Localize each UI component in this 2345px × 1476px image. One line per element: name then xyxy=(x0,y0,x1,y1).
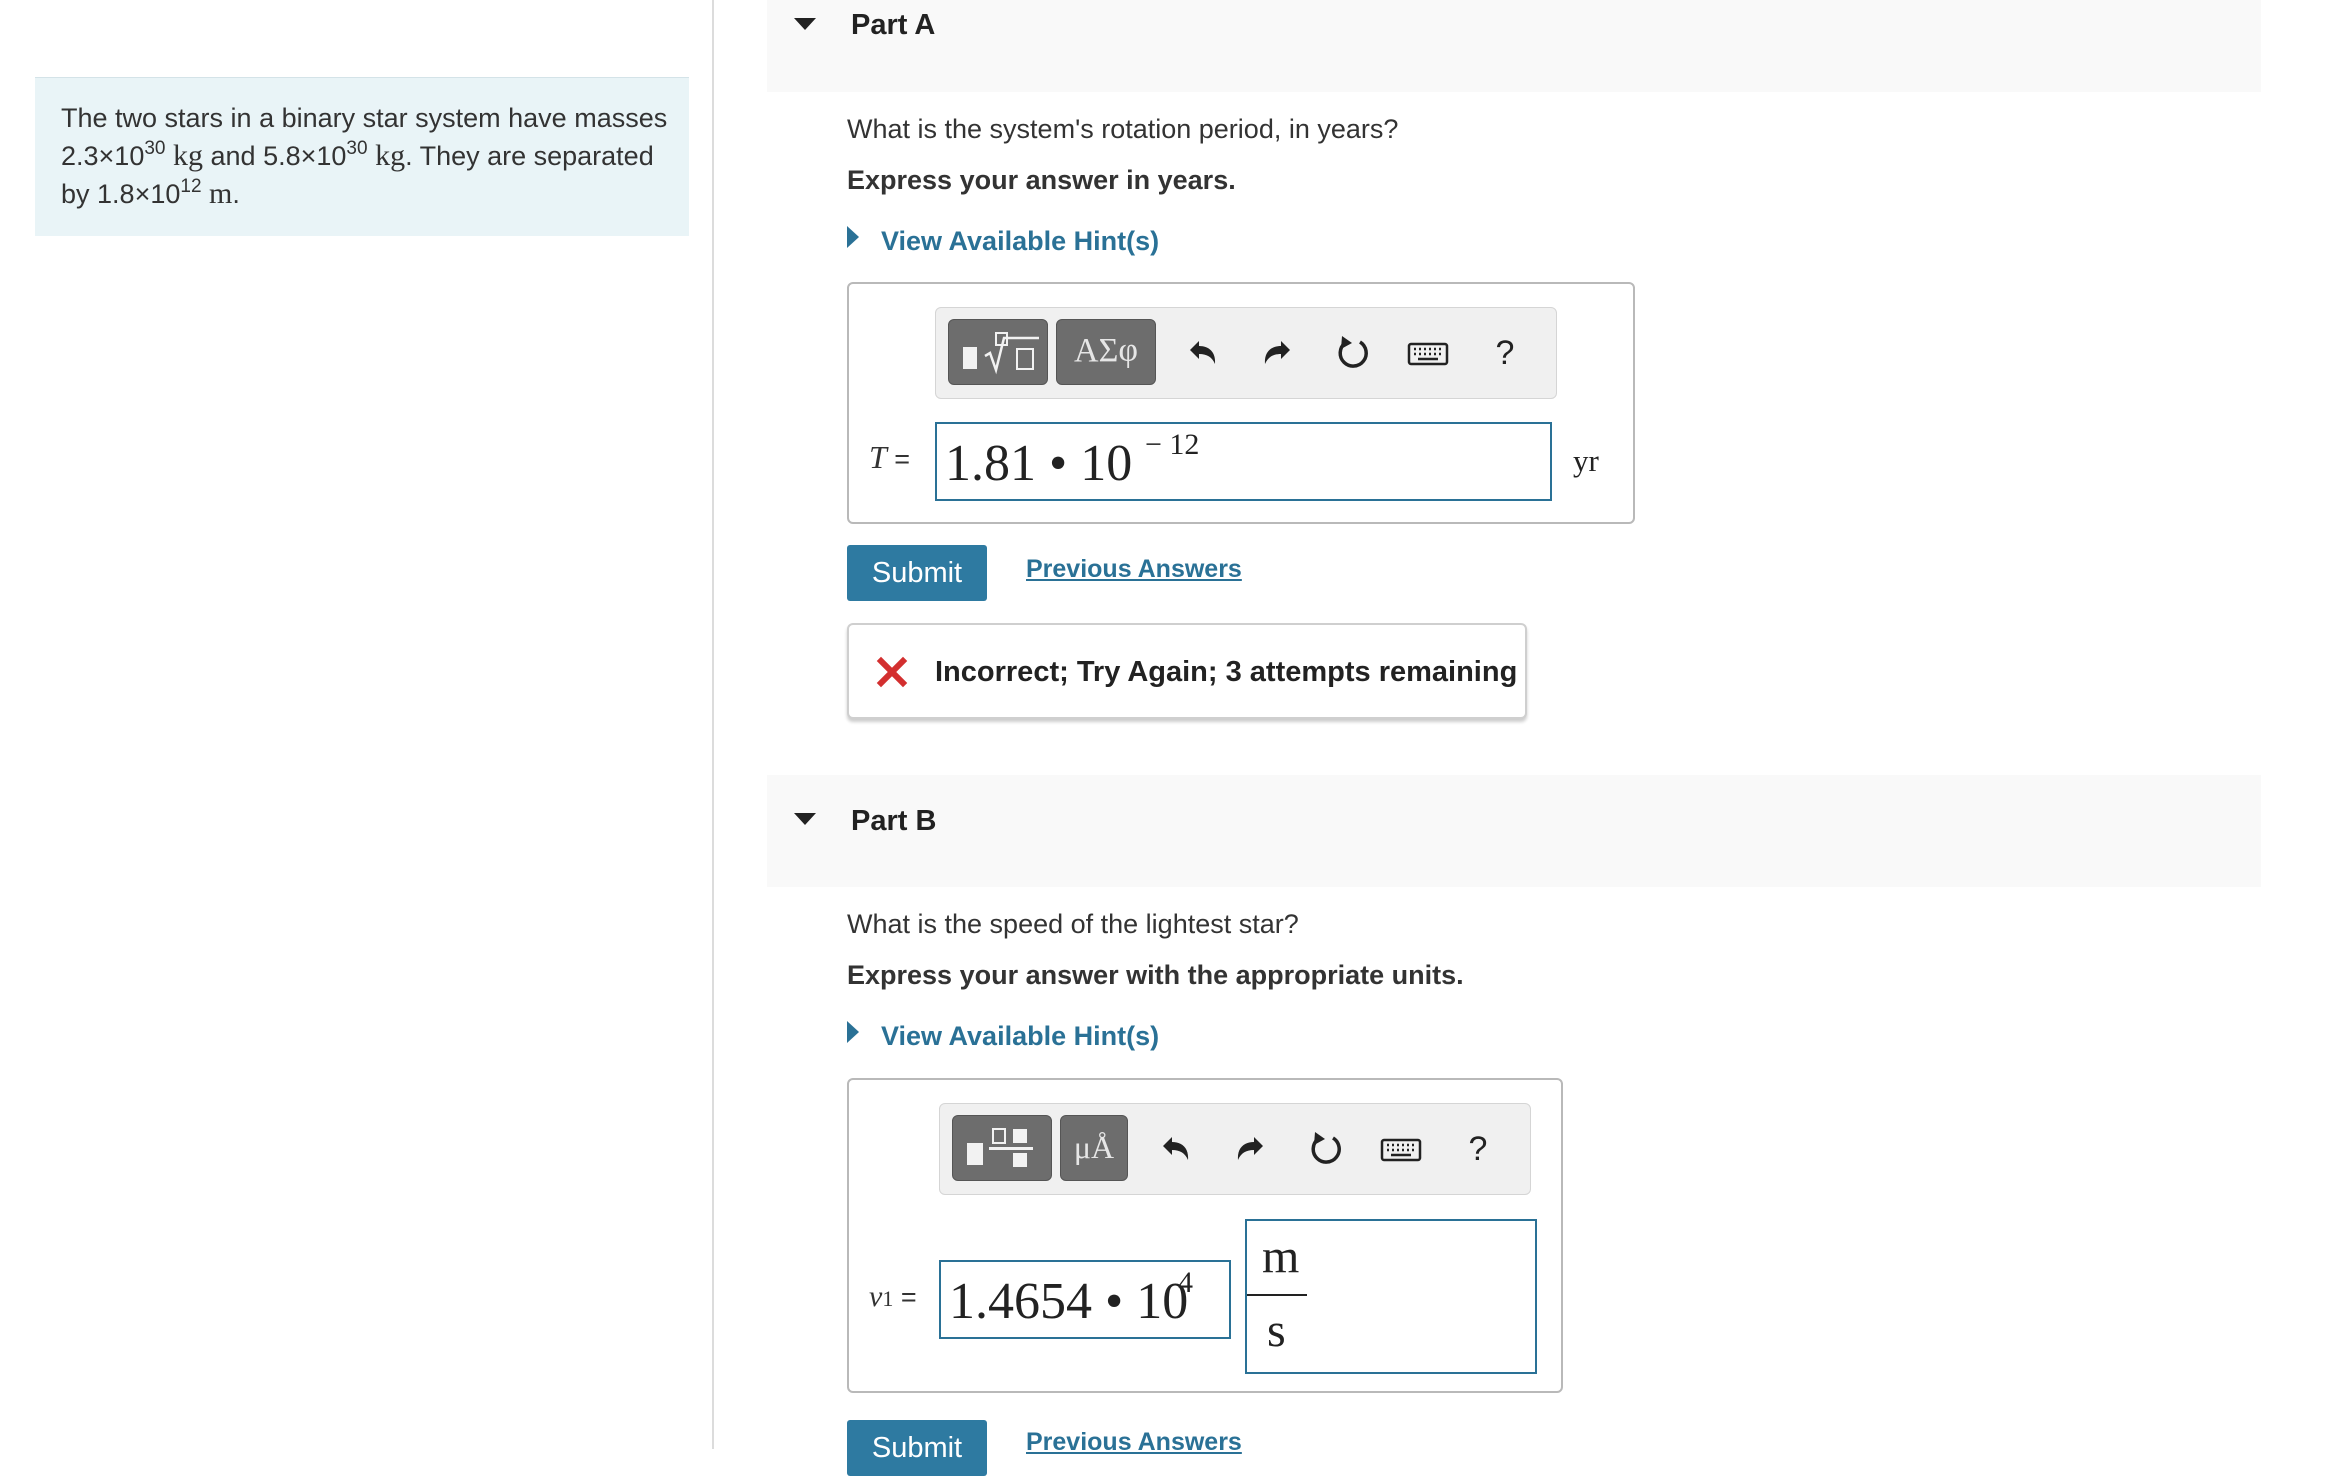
hint-expand-arrow-icon xyxy=(847,1021,859,1043)
part-b-previous-answers-link[interactable]: Previous Answers xyxy=(1026,1428,1242,1457)
incorrect-x-icon xyxy=(876,656,908,688)
part-a-title: Part A xyxy=(851,9,936,41)
part-a-hint-link[interactable]: View Available Hint(s) xyxy=(847,226,1159,257)
symbols-button[interactable]: ΑΣφ xyxy=(1056,319,1156,385)
math-toolbar: ΑΣφ ? xyxy=(935,307,1557,399)
column-divider xyxy=(712,0,714,1449)
units-button[interactable]: μÅ xyxy=(1060,1115,1128,1181)
answer-variable-label: v1 = xyxy=(869,1280,917,1313)
part-b-submit-button[interactable]: Submit xyxy=(847,1420,987,1476)
help-icon[interactable]: ? xyxy=(1455,1126,1501,1172)
reset-icon[interactable] xyxy=(1303,1126,1349,1172)
feedback-text: Incorrect; Try Again; 3 attempts remaini… xyxy=(935,656,1518,688)
part-b-header[interactable]: Part B xyxy=(767,775,2261,887)
fraction-bar xyxy=(1247,1294,1307,1296)
reset-icon[interactable] xyxy=(1330,330,1376,376)
answer-input-speed-value[interactable]: 1.4654 • 10 4 xyxy=(939,1260,1231,1339)
hint-expand-arrow-icon xyxy=(847,226,859,248)
problem-statement-panel: The two stars in a binary star system ha… xyxy=(35,77,689,236)
part-a-answer-box: ΑΣφ ? T = 1.81 • 10 − 12 yr xyxy=(847,282,1635,524)
unit-label: yr xyxy=(1573,443,1599,478)
part-b-answer-box: μÅ ? v1 = 1.4654 • 10 4 m s xyxy=(847,1078,1563,1393)
collapse-caret-icon[interactable] xyxy=(794,18,816,30)
help-icon[interactable]: ? xyxy=(1482,330,1528,376)
part-b-question: What is the speed of the lightest star? xyxy=(847,909,1299,939)
answer-input-speed-units[interactable]: m s xyxy=(1245,1219,1537,1374)
answer-input-period[interactable]: 1.81 • 10 − 12 xyxy=(935,422,1552,501)
part-a-submit-button[interactable]: Submit xyxy=(847,545,987,601)
templates-button[interactable] xyxy=(952,1115,1052,1181)
keyboard-icon[interactable] xyxy=(1378,1126,1424,1172)
part-a-question: What is the system's rotation period, in… xyxy=(847,114,1399,144)
problem-text: The two stars in a binary star system ha… xyxy=(61,103,668,210)
part-a-header[interactable]: Part A xyxy=(767,0,2261,92)
part-b-title: Part B xyxy=(851,805,937,837)
fraction-template-icon xyxy=(967,1128,1033,1167)
math-toolbar: μÅ ? xyxy=(939,1103,1531,1195)
answer-variable-label: T = xyxy=(869,439,911,475)
templates-button[interactable] xyxy=(948,319,1048,385)
feedback-message: Incorrect; Try Again; 3 attempts remaini… xyxy=(847,623,1527,719)
part-a-previous-answers-link[interactable]: Previous Answers xyxy=(1026,555,1242,584)
undo-icon[interactable] xyxy=(1179,330,1225,376)
undo-icon[interactable] xyxy=(1152,1126,1198,1172)
part-b-instruction: Express your answer with the appropriate… xyxy=(847,960,1464,990)
collapse-caret-icon[interactable] xyxy=(794,813,816,825)
redo-icon[interactable] xyxy=(1255,330,1301,376)
part-b-hint-link[interactable]: View Available Hint(s) xyxy=(847,1021,1159,1052)
fraction-sqrt-template-icon xyxy=(963,332,1039,375)
part-a-instruction: Express your answer in years. xyxy=(847,165,1236,195)
keyboard-icon[interactable] xyxy=(1405,330,1451,376)
redo-icon[interactable] xyxy=(1228,1126,1274,1172)
